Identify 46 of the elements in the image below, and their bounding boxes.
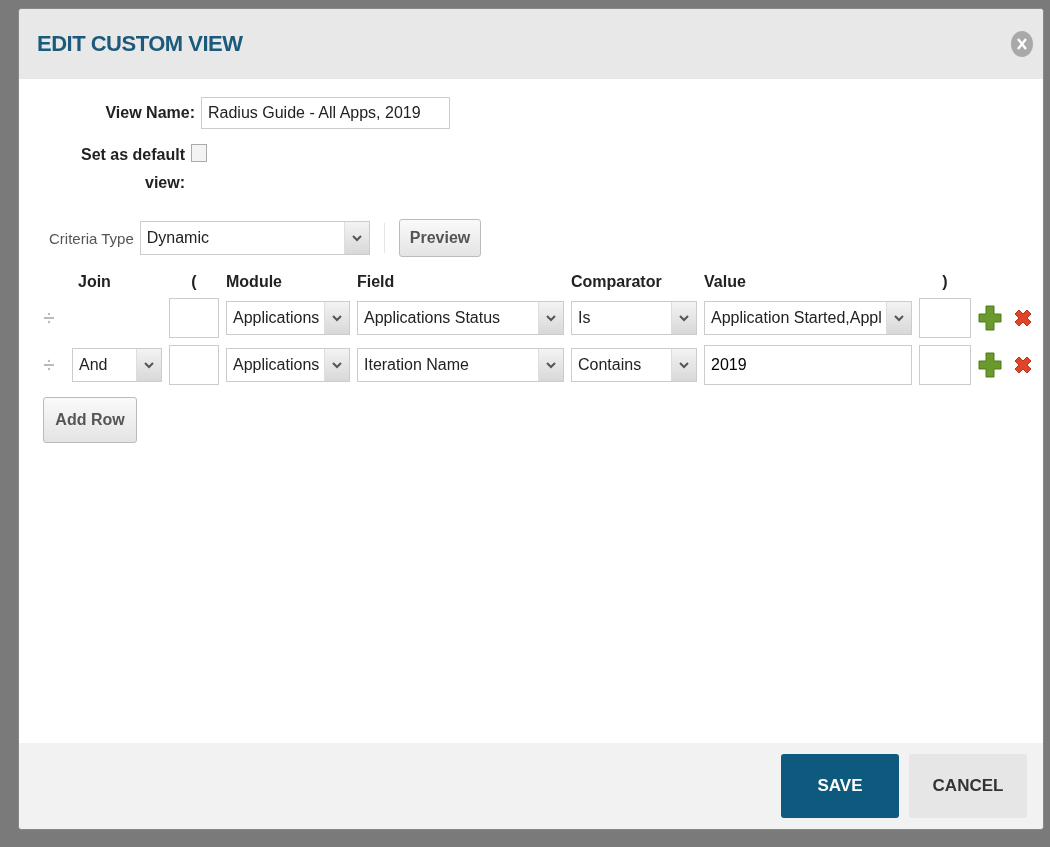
open-paren-field[interactable] [169,345,219,385]
column-header: Module [226,273,283,291]
criteria-type-select[interactable]: Dynamic [139,221,370,255]
caret-icon [546,314,556,322]
save-button[interactable]: SAVE [781,754,899,818]
close-paren-field[interactable] [919,298,971,338]
caret-icon [351,234,362,242]
view-name-label: View Name: [104,103,195,123]
column-header: Join [77,273,112,291]
column-header: Field [357,273,396,291]
cancel-button[interactable]: CANCEL [909,754,1027,818]
default-view-checkbox[interactable] [191,144,207,162]
column-header: ) [941,273,949,291]
caret-icon [894,314,904,322]
drag-handle-icon[interactable] [43,359,55,371]
drag-handle-icon[interactable] [43,312,55,324]
field-select[interactable]: Applications Status [357,301,564,335]
column-header: Comparator [571,273,663,291]
comparator-select[interactable]: Contains [571,348,697,382]
value-field[interactable]: 2019 [704,345,912,385]
module-select[interactable]: Applications [226,301,350,335]
column-header: Value [704,273,747,291]
close-paren-field[interactable] [919,345,971,385]
dialog-title: EDIT CUSTOM VIEW [37,31,243,57]
join-select[interactable]: And [72,348,162,382]
caret-icon [679,314,689,322]
add-icon[interactable] [978,305,1002,331]
caret-icon [144,361,154,369]
comparator-select[interactable]: Is [571,301,697,335]
column-header: ( [190,273,198,291]
preview-button[interactable]: Preview [398,219,482,257]
add-icon[interactable] [978,352,1002,378]
open-paren-field[interactable] [169,298,219,338]
module-select[interactable]: Applications [226,348,350,382]
view-name-field[interactable]: Radius Guide - All Apps, 2019 [201,97,450,129]
close-icon[interactable] [1016,37,1028,51]
caret-icon [546,361,556,369]
caret-icon [332,361,342,369]
close-button[interactable] [1011,31,1033,57]
criteria-type-label: Criteria Type [49,229,134,247]
default-view-label: Set as default view: [79,145,185,193]
caret-icon [679,361,689,369]
value-select[interactable]: Application Started,Appl [704,301,912,335]
field-select[interactable]: Iteration Name [357,348,564,382]
caret-icon [332,314,342,322]
add-row-button[interactable]: Add Row [43,397,137,443]
